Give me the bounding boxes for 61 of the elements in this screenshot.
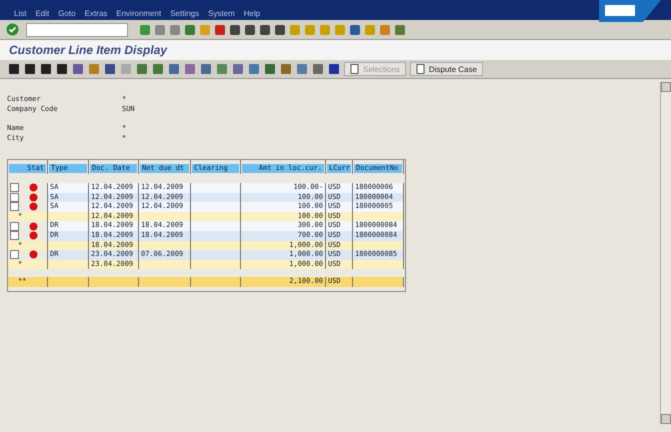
table-cell <box>191 192 241 202</box>
row-checkbox[interactable] <box>10 183 19 192</box>
document-icon <box>416 64 425 74</box>
navigation-icon[interactable] <box>154 24 166 36</box>
toolbar-button[interactable]: Dispute Case <box>410 62 483 76</box>
vertical-scrollbar[interactable] <box>660 82 671 424</box>
table-cell <box>191 183 241 193</box>
table-cell <box>191 202 241 212</box>
status-light-icon <box>29 192 38 202</box>
toolbar-icon[interactable] <box>8 63 20 75</box>
toolbar-icon[interactable] <box>244 24 256 36</box>
menu-item[interactable]: Help <box>244 9 260 18</box>
table-cell <box>139 212 191 222</box>
table-cell <box>353 277 404 287</box>
navigation-icon[interactable] <box>169 24 181 36</box>
table-cell <box>139 260 191 270</box>
navigation-icon[interactable] <box>139 24 151 36</box>
menu-item[interactable]: System <box>208 9 235 18</box>
row-checkbox[interactable] <box>10 231 19 240</box>
toolbar-icon[interactable] <box>229 24 241 36</box>
toolbar-icon[interactable] <box>104 63 116 75</box>
table-cell <box>191 250 241 260</box>
table-cell <box>89 277 139 287</box>
table-cell <box>191 221 241 231</box>
menu-item[interactable]: Extras <box>84 9 108 18</box>
table-cell <box>191 230 241 241</box>
row-checkbox[interactable] <box>10 222 19 231</box>
status-light-icon <box>29 250 38 260</box>
toolbar-icon[interactable] <box>259 24 271 36</box>
command-field[interactable] <box>26 22 128 36</box>
table-cell <box>353 212 404 222</box>
toolbar-icon[interactable] <box>328 63 340 75</box>
sap-logo-icon <box>599 0 661 22</box>
table-cell <box>191 212 241 222</box>
table-cell <box>191 277 241 287</box>
menu-item[interactable]: Settings <box>170 9 200 18</box>
document-icon <box>350 64 359 74</box>
toolbar-icon[interactable] <box>56 63 68 75</box>
menu-item[interactable]: Edit <box>35 9 50 18</box>
table-cell <box>139 277 191 287</box>
table-cell <box>139 240 191 250</box>
table-cell <box>191 240 241 250</box>
menu-item[interactable]: Goto <box>58 9 76 18</box>
toolbar-icon[interactable] <box>349 24 361 36</box>
status-light-icon <box>29 183 38 192</box>
row-checkbox[interactable] <box>10 250 19 260</box>
screen-title: Customer Line Item Display <box>9 43 168 57</box>
row-checkbox[interactable] <box>10 202 19 212</box>
confirm-icon[interactable] <box>6 23 19 36</box>
toolbar-icon[interactable] <box>24 63 36 75</box>
table-cell <box>353 240 404 250</box>
table-cell <box>191 260 241 270</box>
menu-item[interactable]: List <box>14 9 26 18</box>
table-cell <box>353 260 404 270</box>
toolbar-icon[interactable] <box>40 63 52 75</box>
status-light-icon <box>29 202 38 212</box>
menu-item[interactable]: Environment <box>116 9 162 18</box>
row-checkbox[interactable] <box>10 192 19 202</box>
status-light-icon <box>29 222 38 231</box>
status-light-icon <box>29 231 38 240</box>
toolbar-icon[interactable] <box>274 24 286 36</box>
